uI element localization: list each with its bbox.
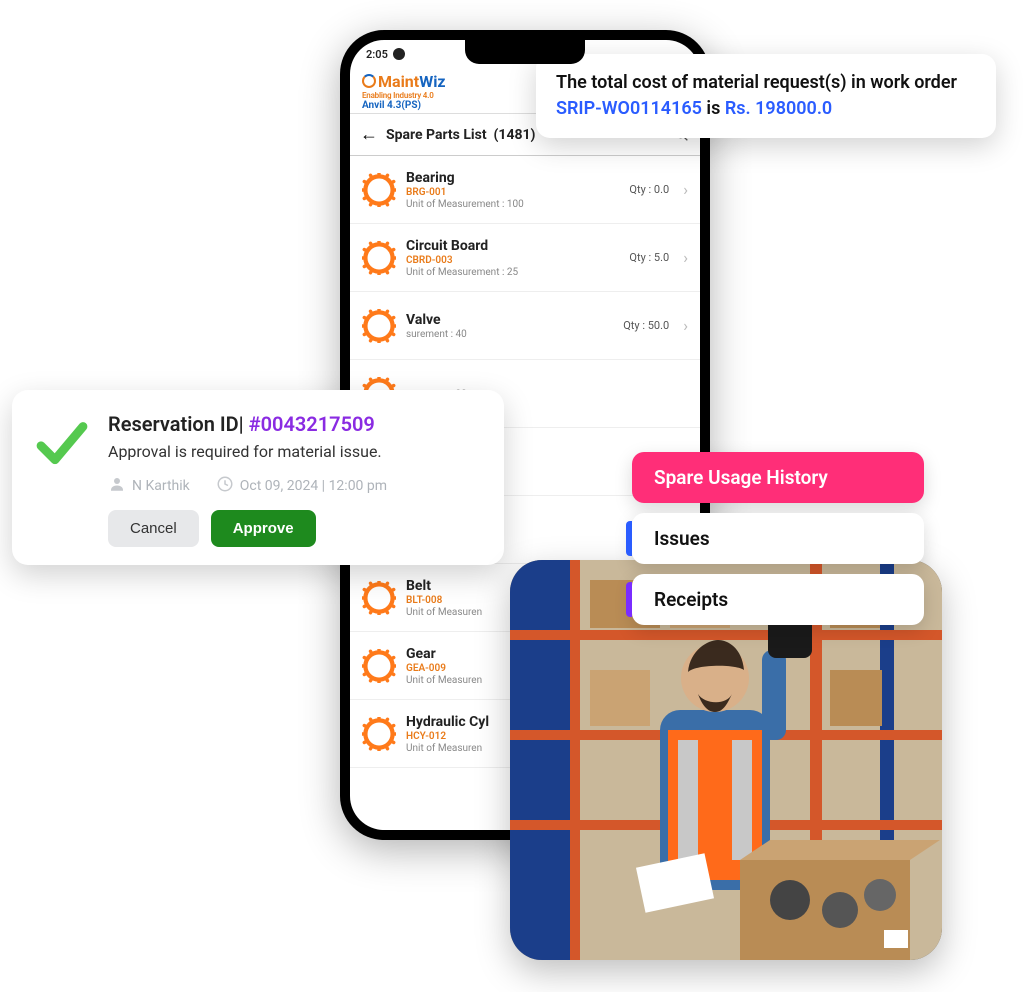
chevron-right-icon: › [683,180,688,199]
cost-toast: The total cost of material request(s) in… [536,54,996,138]
approval-user: N Karthik [108,475,190,494]
gear-icon [362,649,396,683]
reservation-line: Reservation ID| #0043217509 [108,412,482,436]
page-title-count: (1481) [494,127,536,143]
status-dot-icon [393,48,405,60]
logo-swirl-icon [362,74,376,88]
cancel-button[interactable]: Cancel [108,510,199,547]
cost-work-order: SRIP-WO0114165 [556,98,702,119]
reservation-label: Reservation ID| [108,412,249,436]
phone-notch [465,40,585,64]
page-title-text: Spare Parts List [386,127,487,143]
approve-button[interactable]: Approve [211,510,316,547]
list-item[interactable]: Valve surement : 40 Qty : 50.0 › [350,292,700,360]
approval-meta: N Karthik Oct 09, 2024 | 12:00 pm [108,475,482,494]
item-uom: Unit of Measurement : 25 [406,267,619,278]
chevron-right-icon: › [683,248,688,267]
item-code: BRG-001 [406,187,619,198]
list-item-main: Bearing BRG-001 Unit of Measurement : 10… [406,170,619,210]
approval-body: Reservation ID| #0043217509 Approval is … [108,412,482,547]
logo-text-maint: Maint [378,72,419,91]
item-qty: Qty : 0.0 [629,183,669,196]
receipts-tab[interactable]: Receipts [632,574,924,625]
item-qty: Qty : 5.0 [629,251,669,264]
approval-timestamp: Oct 09, 2024 | 12:00 pm [216,475,387,494]
item-name: Circuit Board [406,238,619,254]
cost-text-pre: The total cost of material request(s) in… [556,72,957,93]
gear-icon [362,717,396,751]
list-item[interactable]: Bearing BRG-001 Unit of Measurement : 10… [350,156,700,224]
gear-icon [362,581,396,615]
list-item-main: Circuit Board CBRD-003 Unit of Measureme… [406,238,619,278]
approval-buttons: Cancel Approve [108,510,482,547]
list-item[interactable]: Circuit Board CBRD-003 Unit of Measureme… [350,224,700,292]
issues-tab[interactable]: Issues [632,513,924,564]
reservation-id: #0043217509 [249,412,375,436]
cost-text-mid: is [702,98,725,119]
gear-icon [362,309,396,343]
spare-usage-menu: Spare Usage History Issues Receipts [632,452,924,625]
item-code: CBRD-003 [406,255,619,266]
cost-amount: Rs. 198000.0 [725,98,832,119]
status-time: 2:05 [366,48,388,61]
gear-icon [362,173,396,207]
spare-usage-history-button[interactable]: Spare Usage History [632,452,924,503]
approval-card: Reservation ID| #0043217509 Approval is … [12,390,504,565]
approval-time-text: Oct 09, 2024 | 12:00 pm [240,478,387,494]
item-name: Bearing [406,170,619,186]
back-arrow-icon[interactable]: ← [360,126,378,144]
approval-subtitle: Approval is required for material issue. [108,442,482,461]
check-icon [34,416,90,472]
list-item-main: Valve surement : 40 [406,312,613,340]
item-name: Valve [406,312,613,328]
chevron-right-icon: › [683,316,688,335]
approval-user-name: N Karthik [132,478,190,494]
item-uom: surement : 40 [406,329,613,340]
gear-icon [362,241,396,275]
logo-text-wiz: Wiz [419,72,445,91]
item-uom: Unit of Measurement : 100 [406,199,619,210]
item-qty: Qty : 50.0 [623,319,669,332]
